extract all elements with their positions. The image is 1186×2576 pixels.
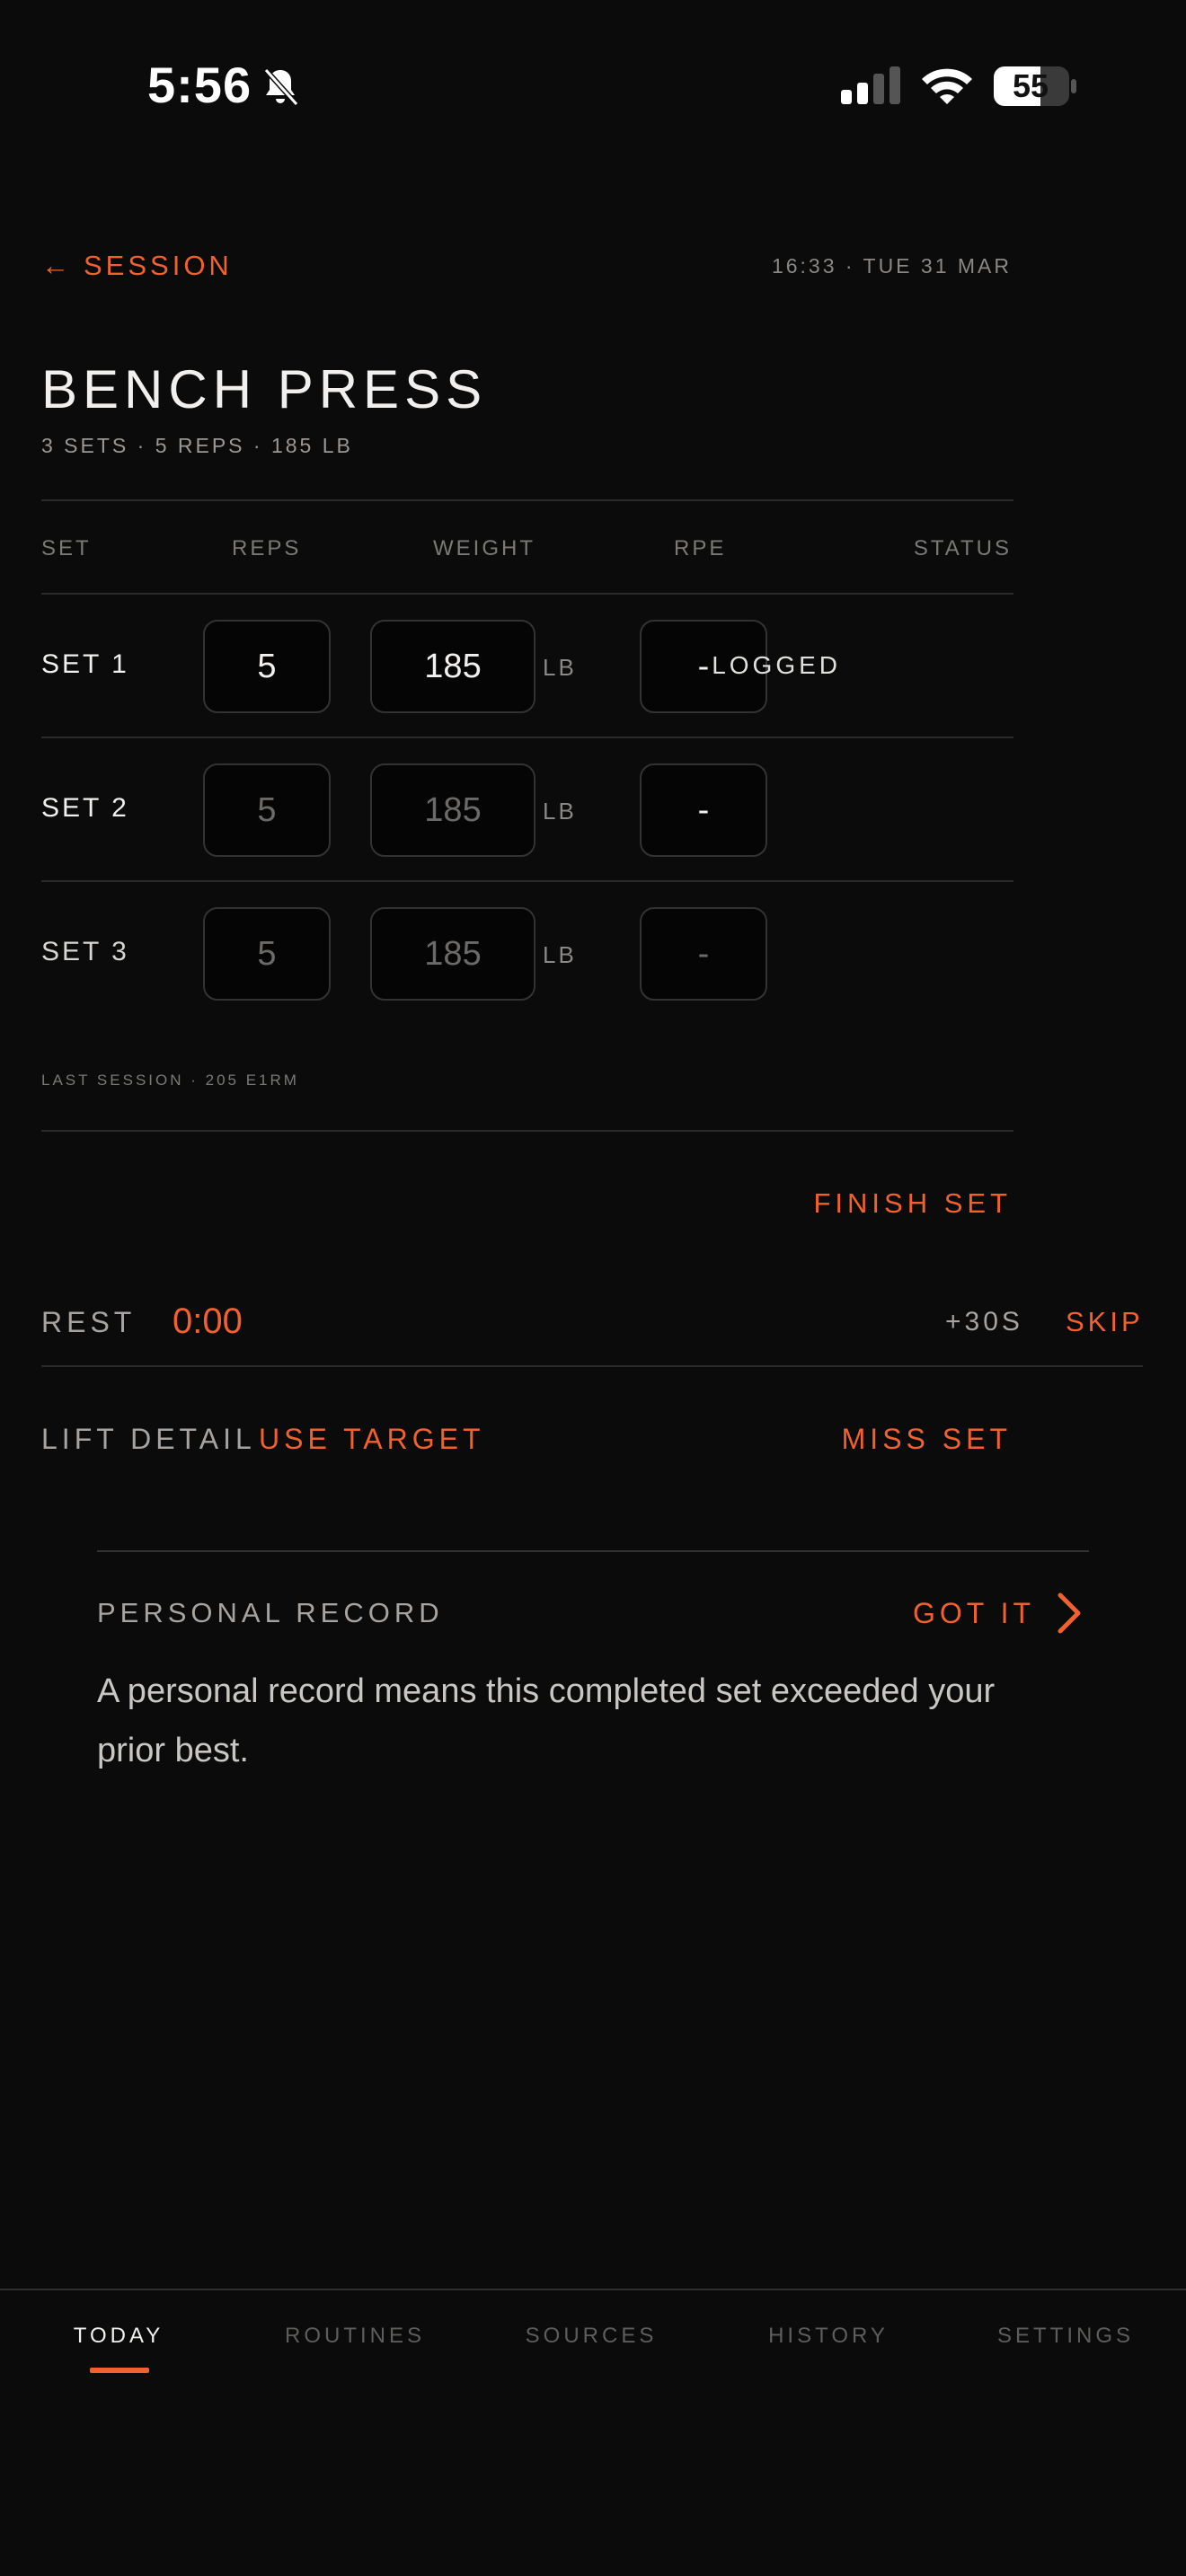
- status-time: 5:56: [147, 57, 252, 113]
- divider: [41, 1365, 1143, 1367]
- weight-unit: LB: [543, 654, 577, 681]
- skip-rest-button[interactable]: SKIP: [1066, 1304, 1144, 1340]
- use-target-button[interactable]: USE TARGET: [259, 1421, 485, 1457]
- column-header-rpe: RPE: [674, 536, 727, 560]
- column-header-status: STATUS: [913, 536, 1012, 560]
- nav-tab-routines[interactable]: ROUTINES: [274, 2323, 436, 2350]
- back-button[interactable]: ← SESSION: [41, 248, 233, 284]
- rest-timer: 0:00: [173, 1301, 243, 1341]
- reps-input[interactable]: 5: [203, 620, 331, 713]
- column-header-reps: REPS: [232, 536, 302, 560]
- rest-label: REST: [41, 1306, 137, 1338]
- weight-unit: LB: [543, 941, 577, 968]
- divider: [41, 1130, 1013, 1132]
- battery-indicator: 55: [992, 65, 1078, 108]
- table-row: SET 2 5 185 LB -: [0, 737, 1015, 880]
- last-session-note: LAST SESSION · 205 E1RM: [41, 1072, 299, 1089]
- rpe-input[interactable]: -: [640, 907, 767, 1001]
- set-label: SET 1: [41, 649, 129, 679]
- rpe-input[interactable]: -: [640, 763, 767, 857]
- lift-detail-label: LIFT DETAIL: [41, 1423, 256, 1455]
- column-header-weight: WEIGHT: [433, 536, 535, 560]
- set-label: SET 3: [41, 937, 129, 966]
- arrow-left-icon: ←: [41, 250, 73, 281]
- personal-record-description: A personal record means this completed s…: [97, 1672, 996, 1769]
- exercise-title: BENCH PRESS: [41, 359, 488, 419]
- wifi-icon: [922, 68, 972, 104]
- weight-input[interactable]: 185: [370, 763, 535, 857]
- weight-unit: LB: [543, 798, 577, 825]
- nav-tab-history[interactable]: HISTORY: [748, 2323, 909, 2350]
- weight-input[interactable]: 185: [370, 907, 535, 1001]
- cellular-signal-icon: [841, 66, 900, 104]
- nav-tab-sources[interactable]: SOURCES: [510, 2323, 672, 2350]
- nav-tab-settings[interactable]: SETTINGS: [985, 2323, 1146, 2350]
- weight-input[interactable]: 185: [370, 620, 535, 713]
- divider: [41, 499, 1013, 501]
- bell-muted-icon: [263, 67, 299, 107]
- nav-divider: [0, 2289, 1186, 2290]
- nav-tab-today[interactable]: TODAY: [65, 2323, 173, 2350]
- reps-input[interactable]: 5: [203, 907, 331, 1001]
- finish-set-button[interactable]: FINISH SET: [813, 1186, 1012, 1222]
- battery-level: 55: [1012, 67, 1049, 104]
- exercise-subtitle: 3 SETS · 5 REPS · 185 LB: [41, 434, 353, 457]
- active-tab-indicator: [90, 2368, 149, 2373]
- chevron-right-icon[interactable]: [1051, 1590, 1087, 1636]
- add-30s-button[interactable]: +30S: [945, 1304, 1023, 1340]
- column-header-set: SET: [41, 536, 92, 560]
- personal-record-label: PERSONAL RECORD: [97, 1597, 444, 1628]
- table-row: SET 1 5 185 LB - LOGGED: [0, 593, 1015, 737]
- back-label: SESSION: [84, 250, 233, 281]
- miss-set-button[interactable]: MISS SET: [842, 1421, 1012, 1457]
- reps-input[interactable]: 5: [203, 763, 331, 857]
- got-it-button[interactable]: GOT IT: [913, 1595, 1035, 1631]
- divider: [97, 1550, 1089, 1552]
- set-label: SET 2: [41, 793, 129, 823]
- set-status: LOGGED: [712, 651, 841, 679]
- table-row: SET 3 5 185 LB -: [0, 880, 1015, 1024]
- session-datetime: 16:33 · TUE 31 MAR: [771, 254, 1012, 278]
